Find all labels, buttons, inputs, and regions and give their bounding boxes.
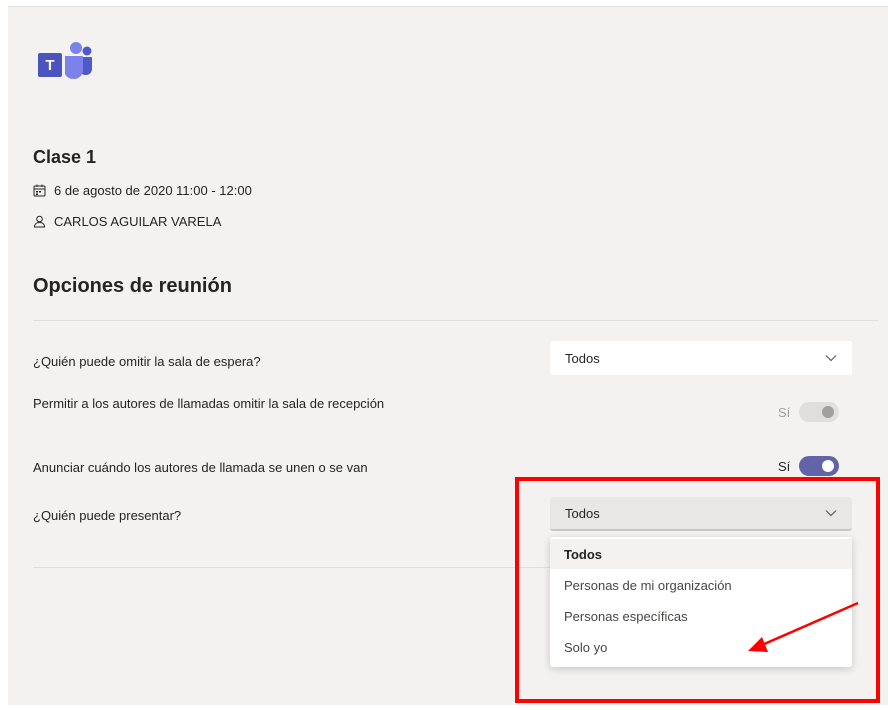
- toggle-knob: [822, 406, 835, 418]
- bypass-lobby-value: Todos: [565, 350, 600, 366]
- announce-toggle[interactable]: [799, 456, 840, 476]
- divider: [33, 567, 553, 568]
- dropdown-option-only-me[interactable]: Solo yo: [550, 632, 852, 662]
- callers-bypass-toggle[interactable]: [799, 402, 840, 422]
- presenters-value: Todos: [565, 505, 600, 521]
- dropdown-option-specific-people[interactable]: Personas específicas: [550, 601, 852, 631]
- callers-bypass-label: Permitir a los autores de llamadas omiti…: [33, 396, 385, 411]
- meeting-title: Clase 1: [33, 147, 97, 167]
- meeting-datetime: 6 de agosto de 2020 11:00 - 12:00: [54, 183, 252, 198]
- presenters-select[interactable]: Todos: [550, 497, 852, 531]
- announce-label: Anunciar cuándo los autores de llamada s…: [33, 460, 368, 475]
- presenters-dropdown-menu: Todos Personas de mi organización Person…: [550, 537, 852, 667]
- bypass-lobby-label: ¿Quién puede omitir la sala de espera?: [33, 354, 261, 369]
- dropdown-option-organization[interactable]: Personas de mi organización: [550, 570, 852, 600]
- meeting-options-page: T Clase 1 6 de agosto de 2020 11:00 - 12…: [8, 6, 888, 705]
- meeting-date-row: 6 de agosto de 2020 11:00 - 12:00: [33, 183, 252, 198]
- teams-logo-icon: T: [38, 42, 92, 79]
- announce-toggle-group: Sí: [778, 456, 840, 476]
- section-title: Opciones de reunión: [33, 275, 232, 297]
- meeting-organizer: CARLOS AGUILAR VARELA: [54, 214, 222, 229]
- bypass-lobby-select[interactable]: Todos: [550, 341, 852, 375]
- callers-bypass-state: Sí: [778, 404, 791, 420]
- chevron-down-icon: [825, 355, 837, 362]
- svg-text:T: T: [45, 57, 54, 74]
- presenters-label: ¿Quién puede presentar?: [33, 508, 182, 523]
- person-icon: [34, 215, 45, 228]
- announce-state: Sí: [778, 458, 791, 474]
- chevron-down-icon: [825, 510, 837, 517]
- toggle-knob: [822, 460, 835, 472]
- dropdown-option-todos[interactable]: Todos: [550, 539, 852, 569]
- calendar-icon: [33, 184, 46, 197]
- callers-bypass-toggle-group: Sí: [778, 402, 840, 422]
- meeting-organizer-row: CARLOS AGUILAR VARELA: [33, 214, 221, 229]
- divider: [33, 320, 878, 321]
